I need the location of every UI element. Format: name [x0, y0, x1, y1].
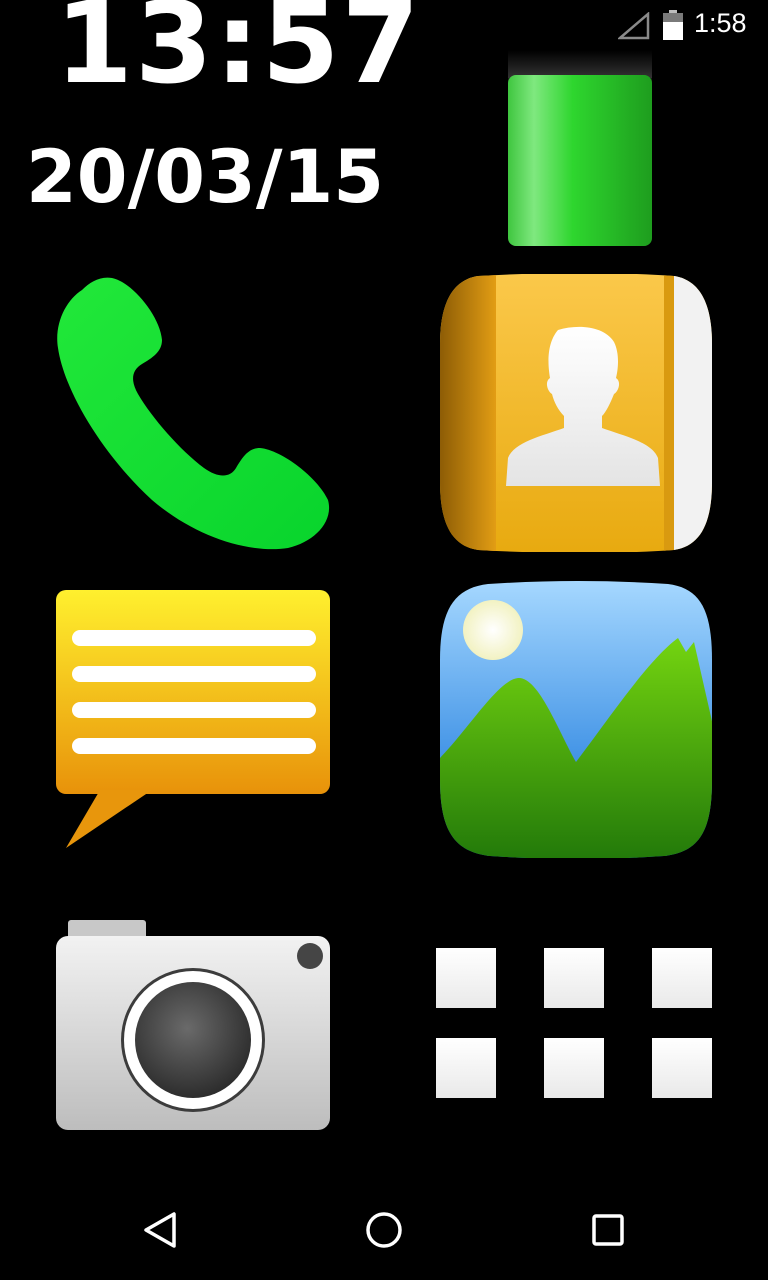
- phone-tile[interactable]: [52, 272, 336, 556]
- messages-tile[interactable]: [56, 590, 332, 850]
- battery-widget[interactable]: [506, 50, 654, 248]
- camera-tile[interactable]: [54, 918, 332, 1132]
- signal-empty-icon: [618, 12, 650, 40]
- app-grid-icon: [436, 948, 716, 1098]
- app-grid-cell: [544, 948, 604, 1008]
- back-triangle-icon: [144, 1212, 176, 1248]
- app-grid-cell: [652, 1038, 712, 1098]
- app-grid-cell: [652, 948, 712, 1008]
- back-button[interactable]: [130, 1200, 190, 1260]
- battery-level-icon: [508, 50, 652, 246]
- contacts-tile[interactable]: [438, 274, 714, 552]
- contacts-book-icon: [440, 274, 712, 552]
- status-time: 1:58: [694, 8, 747, 38]
- home-button[interactable]: [354, 1200, 414, 1260]
- home-circle-icon: [366, 1212, 402, 1248]
- app-grid-cell: [436, 1038, 496, 1098]
- apps-tile[interactable]: [436, 948, 716, 1102]
- navigation-bar: [0, 1180, 768, 1280]
- app-grid-cell: [436, 948, 496, 1008]
- gallery-tile[interactable]: [438, 580, 714, 858]
- camera-icon: [56, 920, 330, 1130]
- clock-date: 20/03/15: [26, 135, 385, 220]
- app-grid-cell: [544, 1038, 604, 1098]
- phone-icon: [57, 277, 330, 550]
- recents-square-icon: [592, 1214, 624, 1246]
- home-screen: 1:58 13:57 20/03/15: [0, 0, 768, 1280]
- battery-icon: [663, 10, 683, 40]
- recents-button[interactable]: [578, 1200, 638, 1260]
- message-bubble-icon: [56, 590, 330, 848]
- gallery-landscape-icon: [440, 581, 712, 858]
- clock-time: 13:57: [55, 0, 422, 109]
